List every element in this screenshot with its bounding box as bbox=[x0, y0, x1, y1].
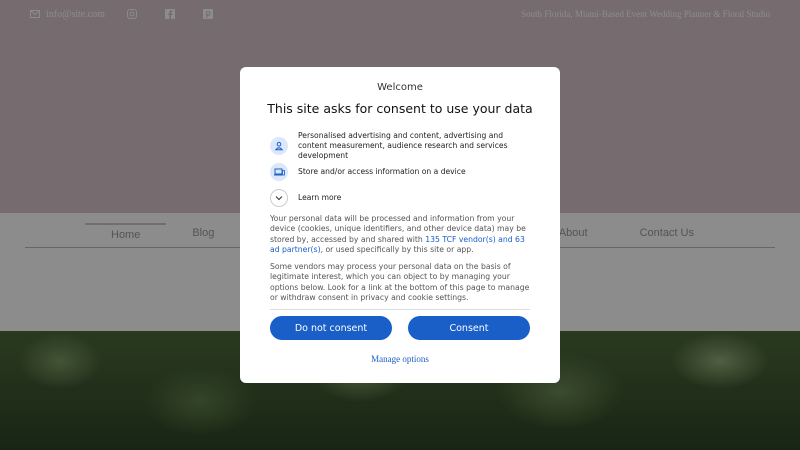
purpose-text: Store and/or access information on a dev… bbox=[298, 167, 466, 176]
purpose-personalised-ads: Personalised advertising and content, ad… bbox=[270, 131, 532, 161]
purpose-store-access: Store and/or access information on a dev… bbox=[270, 163, 532, 181]
consent-paragraph-2: Some vendors may process your personal d… bbox=[270, 262, 530, 302]
dialog-title: This site asks for consent to use your d… bbox=[267, 101, 533, 116]
dialog-divider bbox=[270, 309, 530, 310]
paragraph-1-end: , or used specifically by this site or a… bbox=[320, 244, 474, 254]
purpose-text: Personalised advertising and content, ad… bbox=[298, 131, 508, 160]
learn-more-toggle[interactable]: Learn more bbox=[270, 189, 532, 207]
consent-paragraph-1: Your personal data will be processed and… bbox=[270, 214, 530, 255]
learn-more-label: Learn more bbox=[298, 193, 342, 202]
manage-options-link[interactable]: Manage options bbox=[240, 354, 560, 364]
consent-dialog: Welcome This site asks for consent to us… bbox=[240, 67, 560, 383]
person-icon bbox=[270, 137, 288, 155]
do-not-consent-button[interactable]: Do not consent bbox=[270, 316, 392, 340]
welcome-text: Welcome bbox=[377, 82, 423, 93]
chevron-down-icon bbox=[270, 189, 288, 207]
device-icon bbox=[270, 163, 288, 181]
consent-button[interactable]: Consent bbox=[408, 316, 530, 340]
